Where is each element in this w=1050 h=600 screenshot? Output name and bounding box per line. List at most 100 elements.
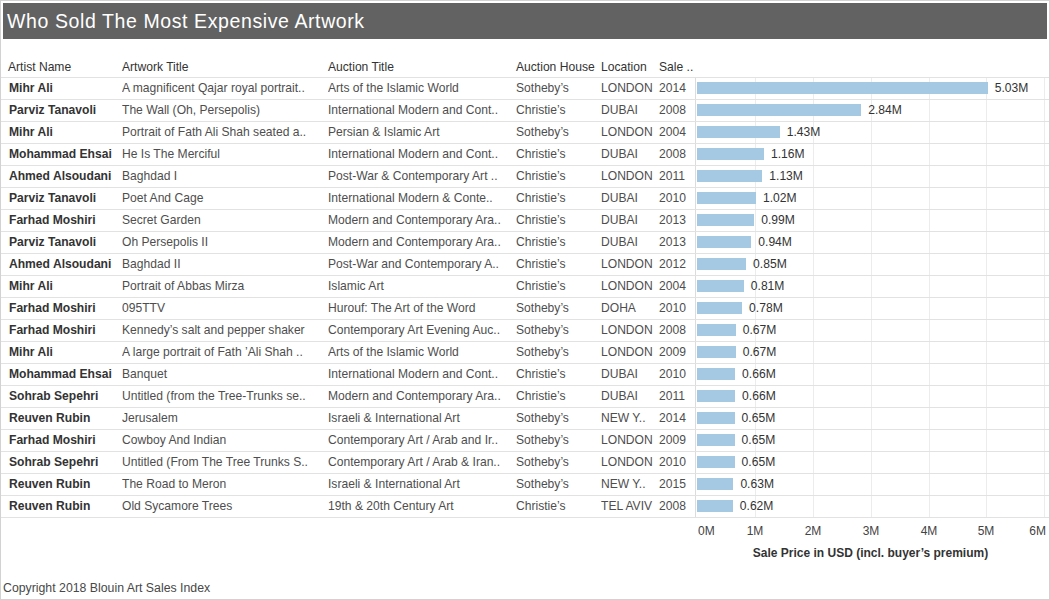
sale-price-label: 0.65M	[742, 408, 776, 429]
sale-year-cell: 2011	[659, 386, 695, 407]
sale-year-cell: 2004	[659, 122, 695, 143]
column-header-location[interactable]: Location	[601, 60, 647, 74]
location-cell: DUBAI	[601, 210, 657, 231]
sale-year-cell: 2013	[659, 232, 695, 253]
artist-name-cell: Reuven Rubin	[9, 408, 119, 429]
sale-year-cell: 2012	[659, 254, 695, 275]
artwork-title-cell: Jerusalem	[122, 408, 324, 429]
sale-price-label: 0.78M	[749, 298, 783, 319]
x-tick-1m: 1M	[727, 524, 783, 538]
column-header-auction-title[interactable]: Auction Title	[328, 60, 394, 74]
auction-house-cell: Christie’s	[516, 386, 598, 407]
location-cell: DUBAI	[601, 232, 657, 253]
sale-price-label: 0.66M	[742, 386, 776, 407]
artwork-title-cell: Portrait of Fath Ali Shah seated a..	[122, 122, 324, 143]
sale-year-cell: 2004	[659, 276, 695, 297]
auction-title-cell: Contemporary Art / Arab and Ir..	[328, 430, 512, 451]
auction-title-cell: Post-War & Contemporary Art ..	[328, 166, 512, 187]
auction-title-cell: Persian & Islamic Art	[328, 122, 512, 143]
sale-price-bar[interactable]	[697, 434, 735, 446]
sale-price-bar[interactable]	[697, 104, 861, 116]
artist-name-cell: Farhad Moshiri	[9, 320, 119, 341]
sale-price-label: 0.85M	[753, 254, 787, 275]
table-row: Reuven Rubin The Road to Meron Israeli &…	[1, 474, 1049, 496]
table-row: Farhad Moshiri Secret Garden Modern and …	[1, 210, 1049, 232]
sale-price-bar[interactable]	[697, 302, 742, 314]
artwork-title-cell: The Wall (Oh, Persepolis)	[122, 100, 324, 121]
location-cell: TEL AVIV	[601, 496, 657, 517]
artwork-title-cell: Poet And Cage	[122, 188, 324, 209]
auction-house-cell: Sotheby’s	[516, 342, 598, 363]
artist-name-cell: Mihr Ali	[9, 276, 119, 297]
artist-name-cell: Ahmed Alsoudani	[9, 254, 119, 275]
table-row: Parviz Tanavoli Oh Persepolis II Modern …	[1, 232, 1049, 254]
sale-price-bar[interactable]	[697, 280, 744, 292]
sale-price-bar[interactable]	[697, 346, 736, 358]
table-row: Farhad Moshiri Kennedy’s salt and pepper…	[1, 320, 1049, 342]
location-cell: LONDON	[601, 342, 657, 363]
sale-price-bar[interactable]	[697, 500, 733, 512]
artwork-title-cell: Banquet	[122, 364, 324, 385]
sale-price-bar[interactable]	[697, 390, 735, 402]
location-cell: DUBAI	[601, 364, 657, 385]
sale-year-cell: 2010	[659, 298, 695, 319]
artist-name-cell: Parviz Tanavoli	[9, 188, 119, 209]
sale-price-bar[interactable]	[697, 324, 736, 336]
sale-price-bar[interactable]	[697, 258, 746, 270]
auction-title-cell: International Modern & Conte..	[328, 188, 512, 209]
sale-price-bar[interactable]	[697, 170, 762, 182]
location-cell: DOHA	[601, 298, 657, 319]
location-cell: DUBAI	[601, 188, 657, 209]
artwork-title-cell: Baghdad II	[122, 254, 324, 275]
sale-year-cell: 2008	[659, 144, 695, 165]
sale-price-label: 0.62M	[740, 496, 774, 517]
sale-price-bar[interactable]	[697, 126, 780, 138]
sale-year-cell: 2008	[659, 320, 695, 341]
sale-price-label: 1.13M	[769, 166, 803, 187]
artist-name-cell: Sohrab Sepehri	[9, 452, 119, 473]
copyright-text: Copyright 2018 Blouin Art Sales Index	[3, 581, 210, 595]
location-cell: LONDON	[601, 166, 657, 187]
sale-price-bar[interactable]	[697, 214, 754, 226]
artist-name-cell: Ahmed Alsoudani	[9, 166, 119, 187]
table-row: Ahmed Alsoudani Baghdad I Post-War & Con…	[1, 166, 1049, 188]
artwork-title-cell: He Is The Merciful	[122, 144, 324, 165]
auction-house-cell: Sotheby’s	[516, 408, 598, 429]
table-row: Mihr Ali A magnificent Qajar royal portr…	[1, 78, 1049, 100]
x-tick-2m: 2M	[785, 524, 841, 538]
location-cell: NEW Y..	[601, 408, 657, 429]
sale-price-label: 0.67M	[743, 320, 777, 341]
location-cell: DUBAI	[601, 144, 657, 165]
auction-house-cell: Christie’s	[516, 144, 598, 165]
sale-price-bar[interactable]	[697, 236, 751, 248]
auction-house-cell: Christie’s	[516, 100, 598, 121]
sale-price-bar[interactable]	[697, 412, 735, 424]
location-cell: DUBAI	[601, 386, 657, 407]
artist-name-cell: Reuven Rubin	[9, 496, 119, 517]
sale-year-cell: 2008	[659, 100, 695, 121]
sale-price-bar[interactable]	[697, 82, 988, 94]
sale-price-bar[interactable]	[697, 192, 756, 204]
artwork-title-cell: 095TTV	[122, 298, 324, 319]
location-cell: LONDON	[601, 276, 657, 297]
artist-name-cell: Mihr Ali	[9, 78, 119, 99]
sale-price-bar[interactable]	[697, 456, 735, 468]
column-header-artwork-title[interactable]: Artwork Title	[122, 60, 189, 74]
x-tick-6m: 6M	[990, 524, 1046, 538]
sale-price-label: 0.81M	[751, 276, 785, 297]
sale-price-bar[interactable]	[697, 478, 733, 490]
artwork-title-cell: Old Sycamore Trees	[122, 496, 324, 517]
artist-name-cell: Mohammad Ehsai	[9, 144, 119, 165]
column-header-artist-name[interactable]: Artist Name	[8, 60, 71, 74]
artwork-title-cell: Cowboy And Indian	[122, 430, 324, 451]
x-tick-0m: 0M	[698, 524, 715, 538]
column-header-auction-house[interactable]: Auction House	[516, 60, 595, 74]
table-row: Sohrab Sepehri Untitled (from the Tree-T…	[1, 386, 1049, 408]
sale-price-label: 1.43M	[787, 122, 821, 143]
artwork-title-cell: Oh Persepolis II	[122, 232, 324, 253]
sale-price-bar[interactable]	[697, 368, 735, 380]
column-header-sale-year[interactable]: Sale ..	[659, 60, 693, 74]
table-row: Mihr Ali Portrait of Abbas Mirza Islamic…	[1, 276, 1049, 298]
sale-price-bar[interactable]	[697, 148, 764, 160]
auction-house-cell: Christie’s	[516, 496, 598, 517]
